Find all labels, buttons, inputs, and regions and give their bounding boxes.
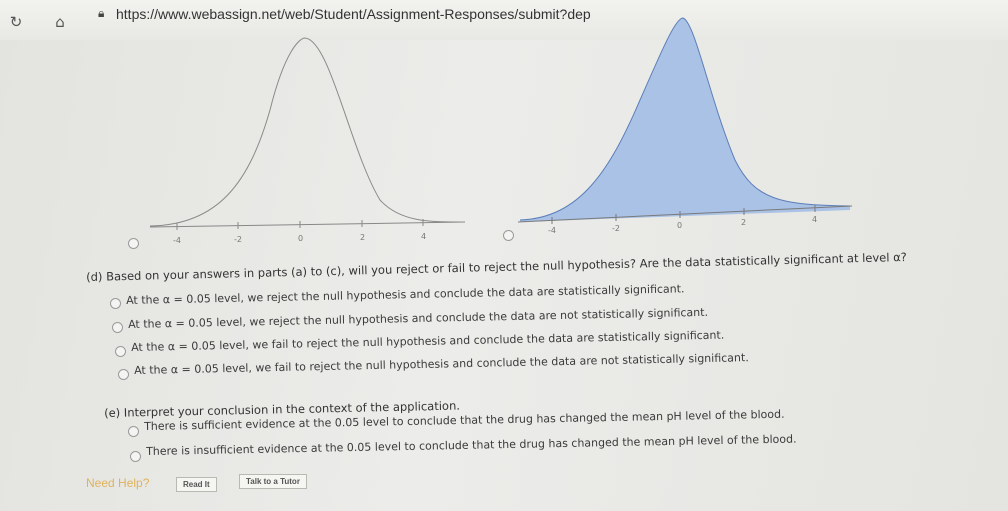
graph-1-tick-label: 0: [298, 234, 303, 243]
graph-2-shaded-area: [520, 18, 850, 222]
graph-1-tick-label: 4: [421, 232, 426, 241]
graph-2-tick-label: 4: [812, 215, 817, 224]
part-d-option-3-radio[interactable]: [115, 346, 126, 357]
graph-1-tick-label: -2: [234, 235, 242, 244]
graph-1: -4 -2 0 2 4: [149, 37, 466, 245]
need-help-label: Need Help?: [86, 476, 150, 490]
part-e-option-2-radio[interactable]: [130, 451, 141, 462]
graph-1-tick-label: 2: [360, 233, 365, 242]
part-e-option-1-radio[interactable]: [128, 426, 139, 437]
graph-2-radio[interactable]: [503, 230, 514, 241]
graph-1-radio[interactable]: [128, 238, 139, 249]
graph-2-tick-label: 0: [677, 221, 682, 230]
part-d-option-2-radio[interactable]: [112, 322, 123, 333]
part-d-option-4-radio[interactable]: [118, 369, 129, 380]
talk-to-tutor-button[interactable]: Talk to a Tutor: [239, 474, 307, 489]
graph-1-tick-label: -4: [173, 236, 181, 245]
graph-1-curve: [149, 37, 461, 227]
graph-1-axis: [149, 221, 466, 228]
read-it-button[interactable]: Read It: [176, 477, 217, 492]
part-d-option-1-radio[interactable]: [110, 298, 121, 309]
graph-2: -4 -2 0 2 4: [517, 17, 853, 235]
graph-2-tick-label: 2: [741, 218, 746, 227]
graph-2-tick-label: -2: [612, 224, 620, 233]
graph-2-tick-label: -4: [548, 226, 556, 235]
